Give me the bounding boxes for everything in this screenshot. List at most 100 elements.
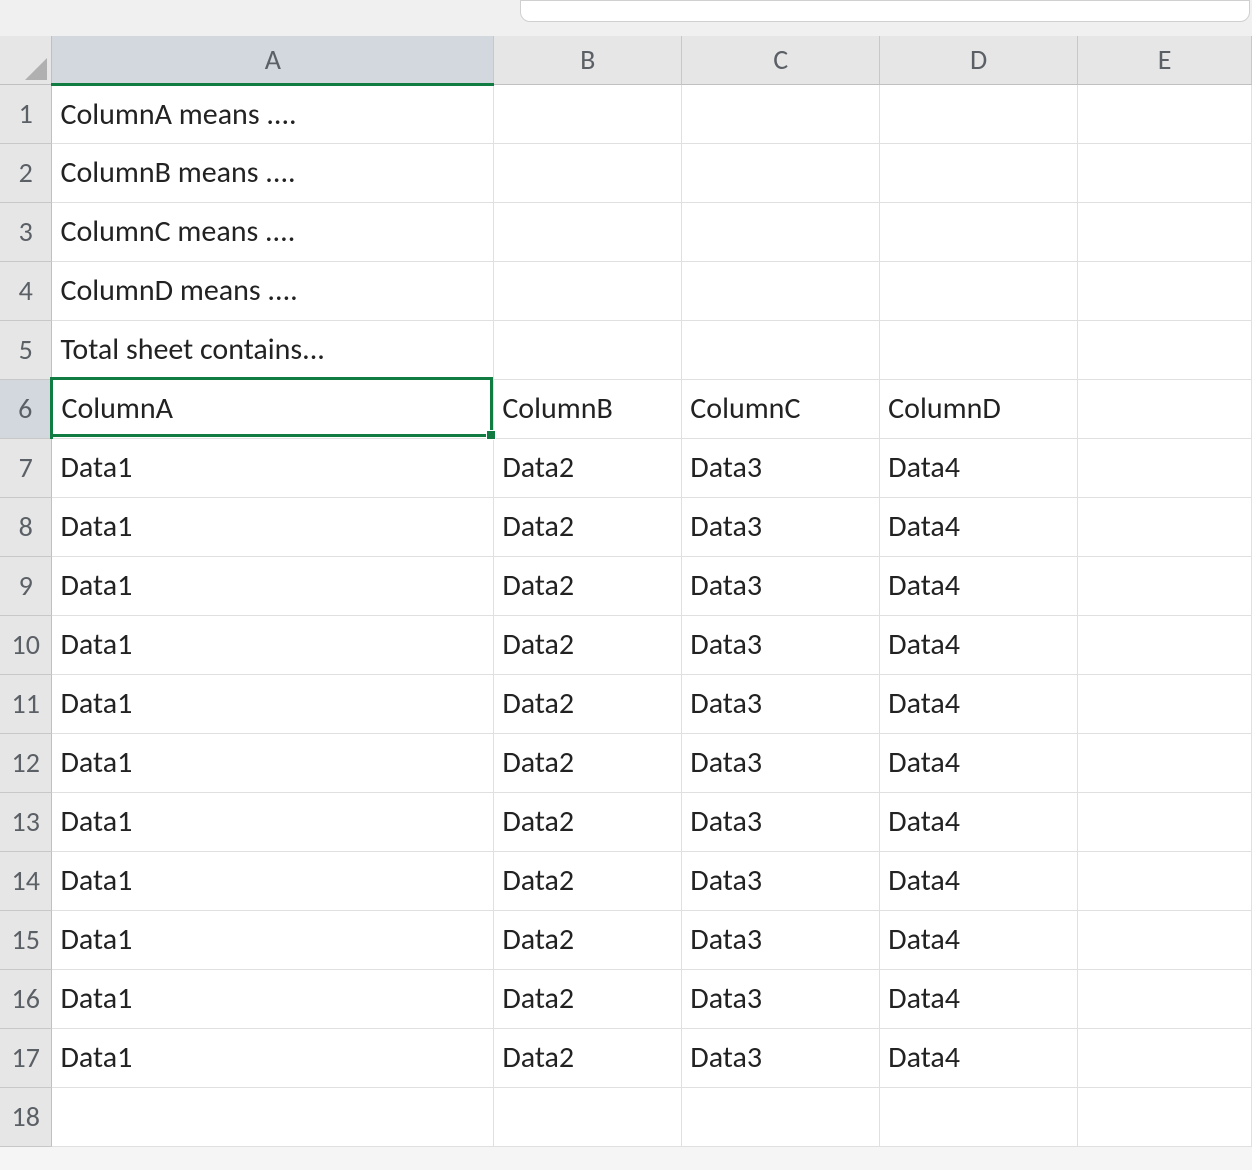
cell-A2[interactable]: ColumnB means .... [52,143,494,202]
cell-E17[interactable] [1078,1028,1252,1087]
row-header-9[interactable]: 9 [0,556,52,615]
cell-B13[interactable]: Data2 [494,792,682,851]
cell-B9[interactable]: Data2 [494,556,682,615]
cell-B15[interactable]: Data2 [494,910,682,969]
cell-D5[interactable] [880,320,1078,379]
row-header-5[interactable]: 5 [0,320,52,379]
cell-D11[interactable]: Data4 [880,674,1078,733]
cell-D7[interactable]: Data4 [880,438,1078,497]
cell-C5[interactable] [682,320,880,379]
cell-A14[interactable]: Data1 [52,851,494,910]
cell-E7[interactable] [1078,438,1252,497]
cell-B10[interactable]: Data2 [494,615,682,674]
col-header-B[interactable]: B [494,36,682,84]
row-header-7[interactable]: 7 [0,438,52,497]
cell-C1[interactable] [682,84,880,143]
cell-B2[interactable] [494,143,682,202]
formula-bar[interactable] [520,0,1250,22]
cell-A12[interactable]: Data1 [52,733,494,792]
cell-C12[interactable]: Data3 [682,733,880,792]
cell-A18[interactable] [52,1087,494,1146]
cell-E12[interactable] [1078,733,1252,792]
row-header-10[interactable]: 10 [0,615,52,674]
cell-E14[interactable] [1078,851,1252,910]
cell-E11[interactable] [1078,674,1252,733]
cell-B6[interactable]: ColumnB [494,379,682,438]
cell-A7[interactable]: Data1 [52,438,494,497]
cell-A9[interactable]: Data1 [52,556,494,615]
cell-C2[interactable] [682,143,880,202]
row-header-6[interactable]: 6 [0,379,52,438]
row-header-13[interactable]: 13 [0,792,52,851]
cell-A5[interactable]: Total sheet contains... [52,320,494,379]
row-header-14[interactable]: 14 [0,851,52,910]
cell-A1[interactable]: ColumnA means .... [52,84,494,143]
cell-E6[interactable] [1078,379,1252,438]
cell-D16[interactable]: Data4 [880,969,1078,1028]
cell-D2[interactable] [880,143,1078,202]
col-header-E[interactable]: E [1078,36,1252,84]
cell-E2[interactable] [1078,143,1252,202]
cell-E3[interactable] [1078,202,1252,261]
cell-C11[interactable]: Data3 [682,674,880,733]
cell-C10[interactable]: Data3 [682,615,880,674]
row-header-3[interactable]: 3 [0,202,52,261]
cell-A8[interactable]: Data1 [52,497,494,556]
cell-C14[interactable]: Data3 [682,851,880,910]
cell-B8[interactable]: Data2 [494,497,682,556]
select-all-corner[interactable] [0,36,52,84]
cell-B12[interactable]: Data2 [494,733,682,792]
row-header-4[interactable]: 4 [0,261,52,320]
cell-C6[interactable]: ColumnC [682,379,880,438]
cell-D1[interactable] [880,84,1078,143]
col-header-A[interactable]: A [52,36,494,84]
row-header-17[interactable]: 17 [0,1028,52,1087]
cell-C18[interactable] [682,1087,880,1146]
cell-A16[interactable]: Data1 [52,969,494,1028]
cell-B3[interactable] [494,202,682,261]
cell-B11[interactable]: Data2 [494,674,682,733]
cell-A15[interactable]: Data1 [52,910,494,969]
col-header-C[interactable]: C [682,36,880,84]
cell-D10[interactable]: Data4 [880,615,1078,674]
cell-E13[interactable] [1078,792,1252,851]
cell-C8[interactable]: Data3 [682,497,880,556]
cell-B1[interactable] [494,84,682,143]
cell-B18[interactable] [494,1087,682,1146]
cell-C16[interactable]: Data3 [682,969,880,1028]
cell-D3[interactable] [880,202,1078,261]
cell-E5[interactable] [1078,320,1252,379]
row-header-8[interactable]: 8 [0,497,52,556]
cell-C3[interactable] [682,202,880,261]
cell-E10[interactable] [1078,615,1252,674]
cell-E16[interactable] [1078,969,1252,1028]
cell-C13[interactable]: Data3 [682,792,880,851]
cell-D12[interactable]: Data4 [880,733,1078,792]
row-header-18[interactable]: 18 [0,1087,52,1146]
cell-D9[interactable]: Data4 [880,556,1078,615]
cell-A6[interactable]: ColumnA [52,379,494,438]
cell-A13[interactable]: Data1 [52,792,494,851]
cell-C15[interactable]: Data3 [682,910,880,969]
cell-A3[interactable]: ColumnC means .... [52,202,494,261]
cell-D17[interactable]: Data4 [880,1028,1078,1087]
cell-C17[interactable]: Data3 [682,1028,880,1087]
col-header-D[interactable]: D [880,36,1078,84]
cell-A10[interactable]: Data1 [52,615,494,674]
cell-D18[interactable] [880,1087,1078,1146]
cell-E4[interactable] [1078,261,1252,320]
cell-E9[interactable] [1078,556,1252,615]
cell-A17[interactable]: Data1 [52,1028,494,1087]
row-header-11[interactable]: 11 [0,674,52,733]
cell-D6[interactable]: ColumnD [880,379,1078,438]
cell-B5[interactable] [494,320,682,379]
cell-E18[interactable] [1078,1087,1252,1146]
cell-E15[interactable] [1078,910,1252,969]
cell-E8[interactable] [1078,497,1252,556]
cell-C7[interactable]: Data3 [682,438,880,497]
cell-B16[interactable]: Data2 [494,969,682,1028]
cell-E1[interactable] [1078,84,1252,143]
cell-C9[interactable]: Data3 [682,556,880,615]
cell-A4[interactable]: ColumnD means .... [52,261,494,320]
cell-D13[interactable]: Data4 [880,792,1078,851]
